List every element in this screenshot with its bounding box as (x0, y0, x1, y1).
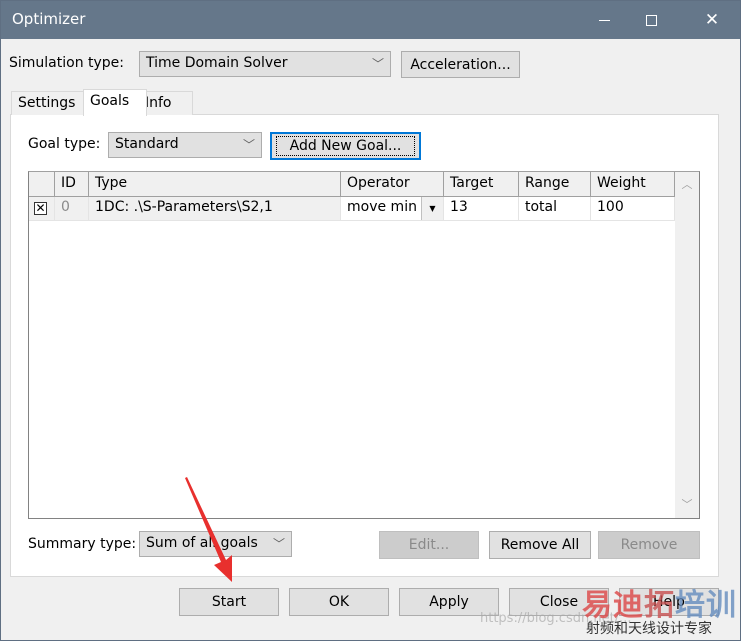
minimize-button[interactable] (581, 1, 627, 39)
operator-value: move min (347, 199, 417, 215)
goals-table: ID Type Operator Target Range Weight ✕ 0… (28, 171, 700, 519)
table-row[interactable]: ✕ 0 1DC: .\S-Parameters\S2,1 move min ▼ … (29, 197, 675, 221)
vertical-scrollbar[interactable]: ︿ ﹀ (675, 172, 699, 518)
window-title: Optimizer (12, 10, 86, 28)
column-header-range[interactable]: Range (519, 172, 591, 197)
cell-type[interactable]: 1DC: .\S-Parameters\S2,1 (89, 197, 341, 221)
close-button[interactable]: Close (509, 588, 609, 616)
remove-all-label: Remove All (500, 537, 580, 553)
close-label: Close (539, 594, 579, 610)
goal-type-select[interactable]: Standard ﹀ (108, 132, 262, 158)
ok-button[interactable]: OK (289, 588, 389, 616)
title-bar[interactable]: Optimizer ✕ (1, 1, 740, 39)
start-button[interactable]: Start (179, 588, 279, 616)
scroll-up-icon[interactable]: ︿ (675, 176, 699, 196)
cell-weight[interactable]: 100 (591, 197, 675, 221)
table-header: ID Type Operator Target Range Weight (29, 172, 675, 197)
goal-type-label: Goal type: (28, 136, 101, 152)
apply-button[interactable]: Apply (399, 588, 499, 616)
remove-goal-label: Remove (620, 537, 678, 553)
chevron-down-icon: ﹀ (272, 537, 285, 551)
start-label: Start (211, 594, 247, 610)
column-header-target[interactable]: Target (444, 172, 519, 197)
column-header-id[interactable]: ID (55, 172, 89, 197)
acceleration-button-label: Acceleration... (410, 56, 511, 73)
summary-type-select[interactable]: Sum of all goals ﹀ (139, 531, 292, 557)
goal-type-value: Standard (115, 136, 179, 152)
acceleration-button[interactable]: Acceleration... (401, 51, 520, 78)
simulation-type-select[interactable]: Time Domain Solver ﹀ (139, 51, 391, 77)
simulation-type-value: Time Domain Solver (146, 55, 288, 71)
chevron-down-icon: ﹀ (371, 57, 384, 71)
tab-goals-label: Goals (90, 93, 130, 109)
help-button[interactable]: Help (619, 588, 719, 616)
tab-goals[interactable]: Goals (83, 89, 147, 116)
chevron-down-icon: ﹀ (242, 138, 255, 152)
operator-dropdown-button[interactable]: ▼ (421, 197, 443, 220)
summary-type-value: Sum of all goals (146, 535, 258, 551)
maximize-icon (645, 14, 657, 26)
simulation-type-label: Simulation type: (9, 55, 125, 71)
edit-goal-label: Edit... (408, 537, 450, 553)
tab-settings-label: Settings (18, 95, 76, 111)
edit-goal-button[interactable]: Edit... (379, 531, 479, 559)
minimize-icon (598, 19, 610, 21)
column-header-type[interactable]: Type (89, 172, 341, 197)
add-new-goal-label: Add New Goal... (275, 136, 416, 156)
cell-operator[interactable]: move min ▼ (341, 197, 444, 221)
close-window-button[interactable]: ✕ (689, 1, 735, 39)
optimizer-window: Optimizer ✕ Simulation type: Time Domain… (0, 0, 741, 641)
remove-goal-button[interactable]: Remove (598, 531, 700, 559)
column-header-weight[interactable]: Weight (591, 172, 675, 197)
tab-settings[interactable]: Settings (11, 91, 84, 115)
column-header-operator[interactable]: Operator (341, 172, 444, 197)
column-header-select (29, 172, 55, 197)
scroll-down-icon[interactable]: ﹀ (675, 496, 699, 516)
summary-type-label: Summary type: (28, 536, 137, 552)
cell-id: 0 (55, 197, 89, 221)
goal-enabled-checkbox[interactable]: ✕ (34, 202, 47, 215)
maximize-button[interactable] (628, 1, 674, 39)
apply-label: Apply (429, 594, 469, 610)
dropdown-arrow-icon: ▼ (429, 204, 436, 213)
help-label: Help (653, 594, 685, 610)
remove-all-button[interactable]: Remove All (489, 531, 591, 559)
cell-target[interactable]: 13 (444, 197, 519, 221)
row-checkbox-cell[interactable]: ✕ (29, 197, 55, 221)
tab-info-label: Info (145, 95, 172, 111)
add-new-goal-button[interactable]: Add New Goal... (270, 132, 421, 160)
close-icon: ✕ (704, 9, 720, 30)
cell-range[interactable]: total (519, 197, 591, 221)
ok-label: OK (328, 594, 350, 610)
